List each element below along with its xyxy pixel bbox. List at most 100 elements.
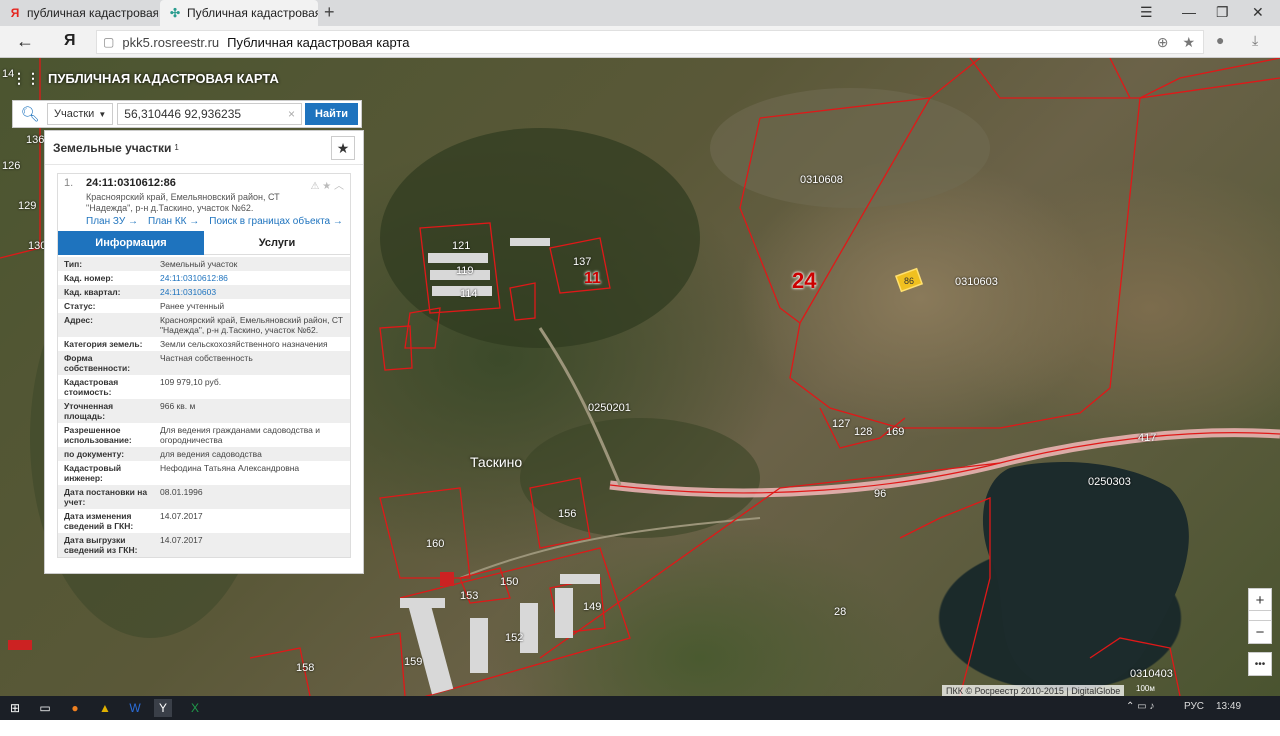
tab-1-title: публичная кадастровая ка	[27, 6, 158, 20]
search-in-bounds-link[interactable]: Поиск в границах объекта →	[209, 216, 343, 227]
app-title[interactable]: ⋮⋮ ПУБЛИЧНАЯ КАДАСТРОВАЯ КАРТА	[12, 70, 279, 87]
translate-icon[interactable]: ⊕	[1157, 34, 1169, 51]
attribute-value: для ведения садоводства	[154, 447, 350, 461]
attribute-key: Адрес:	[58, 313, 154, 337]
parcel-label: 128	[854, 426, 873, 438]
attribute-key: Форма собственности:	[58, 351, 154, 375]
chevron-down-icon: ▼	[98, 109, 107, 119]
yandex-home-icon[interactable]: Я	[64, 32, 76, 50]
attribute-value: 109 979,10 руб.	[160, 377, 222, 387]
excel-icon[interactable]: X	[186, 699, 204, 717]
url-page-title: Публичная кадастровая карта	[227, 34, 410, 50]
parcel-label: 121	[452, 240, 471, 252]
yandex-icon: Я	[10, 6, 20, 20]
grid-menu-icon[interactable]: ⋮⋮	[12, 70, 40, 87]
minimize-icon[interactable]: —	[1182, 4, 1196, 20]
word-icon[interactable]: W	[126, 699, 144, 717]
search-icon[interactable]: 🔍︎	[13, 101, 47, 127]
browser-tab-bar: Я публичная кадастровая ка × ✣ Публичная…	[0, 0, 1280, 26]
result-address-line2: "Надежда", р-н д.Таскино, участок №62.	[86, 203, 254, 213]
attribute-key: Дата выгрузки сведений из ГКН:	[58, 533, 154, 557]
attribute-key: Дата постановки на учет:	[58, 485, 154, 509]
page-icon: ▢	[103, 35, 115, 49]
parcel-label: 150	[500, 576, 519, 588]
search-type-select[interactable]: Участки ▼	[47, 103, 114, 125]
tray-icons[interactable]: ⌃ ▭ ♪	[1126, 701, 1154, 712]
attribute-row: Дата изменения сведений в ГКН: 14.07.2017	[58, 509, 350, 533]
attribute-value[interactable]: 24:11:0310612:86	[154, 271, 350, 285]
parcel-label: 160	[426, 538, 445, 550]
attribute-value[interactable]: 24:11:0310603	[154, 285, 350, 299]
attribute-value: 08.01.1996	[154, 485, 350, 509]
window-close-icon[interactable]: ✕	[1252, 4, 1264, 21]
browser-tab-1[interactable]: Я публичная кадастровая ка ×	[0, 0, 158, 26]
yandex-browser-icon[interactable]: Y	[154, 699, 172, 717]
protect-icon[interactable]: ●	[1216, 32, 1224, 48]
result-index: 1.	[64, 177, 74, 189]
cadastral-map[interactable]: ⋮⋮ ПУБЛИЧНАЯ КАДАСТРОВАЯ КАРТА 0310608 0…	[0, 58, 1280, 696]
attribute-row: Кад. квартал: 24:11:0310603	[58, 285, 350, 299]
panel-heading-text: Земельные участки	[53, 140, 172, 155]
new-tab-button[interactable]: +	[324, 2, 335, 23]
attribute-row: Уточненная площадь: 966 кв. м	[58, 399, 350, 423]
windows-start-icon[interactable]: ⊞	[6, 699, 24, 717]
parcel-label: 14	[2, 68, 15, 80]
result-item[interactable]: 1. 24:11:0310612:86 ⚠ ★ ︿ Красноярский к…	[57, 173, 351, 558]
plan-zu-link[interactable]: План ЗУ →	[86, 216, 138, 227]
result-action-icons[interactable]: ⚠ ★ ︿	[311, 177, 345, 192]
file-explorer-icon[interactable]: ▭	[36, 699, 54, 717]
quarter-label: 0250303	[1088, 476, 1131, 488]
tab-information[interactable]: Информация	[58, 231, 204, 255]
parcel-label: 156	[558, 508, 577, 520]
result-cad-number: 24:11:0310612:86	[86, 177, 176, 189]
search-input[interactable]: 56,310446 92,936235 ×	[117, 103, 303, 125]
attribute-value: Красноярский край, Емельяновский район, …	[154, 313, 350, 337]
attribute-row: Кадастровый инженер: Нефодина Татьяна Але…	[58, 461, 350, 485]
attribute-row: по документу: для ведения садоводства	[58, 447, 350, 461]
panel-heading: Земельные участки 1	[45, 131, 363, 165]
attribute-key: по документу:	[58, 447, 154, 461]
url-domain: pkk5.rosreestr.ru	[122, 34, 220, 50]
town-label: Таскино	[470, 454, 523, 470]
layers-menu-icon[interactable]: •••	[1248, 652, 1272, 676]
favorite-star-icon[interactable]: ★	[331, 136, 355, 160]
screen: Я публичная кадастровая ка × ✣ Публичная…	[0, 0, 1280, 736]
taskbar: ⊞ ▭ ● ▲ W Y X ⌃ ▭ ♪ РУС 13:49	[0, 696, 1280, 720]
quarter-label: 0310403	[1130, 668, 1173, 680]
attribute-value: Нефодина Татьяна Александровна	[160, 463, 300, 473]
attribute-row: Адрес: Красноярский край, Емельяновский р…	[58, 313, 350, 337]
tab-services[interactable]: Услуги	[204, 231, 350, 255]
rosreestr-icon: ✣	[169, 6, 181, 20]
attribute-value: Земли сельскохозяйственного назначения	[160, 339, 328, 349]
app-icon[interactable]: ▲	[96, 699, 114, 717]
plan-kk-link[interactable]: План КК →	[148, 216, 199, 227]
back-arrow-icon[interactable]: ←	[16, 31, 34, 52]
find-button[interactable]: Найти	[305, 103, 358, 125]
results-panel: Земельные участки 1 ★ 1. 24:11:0310612:8…	[44, 130, 364, 574]
zoom-out-button[interactable]: −	[1248, 620, 1272, 644]
clock[interactable]: 13:49	[1216, 701, 1241, 712]
attribute-key: Кадастровый инженер:	[64, 463, 122, 483]
bookmark-star-icon[interactable]: ★	[1182, 34, 1195, 51]
selected-parcel-label[interactable]: 86	[904, 276, 914, 286]
browser-tab-2[interactable]: ✣ Публичная кадастровая ×	[160, 0, 318, 26]
district-number-label: 11	[584, 270, 601, 287]
quarter-label: 0250201	[588, 402, 631, 414]
download-icon[interactable]: ⤓	[1252, 32, 1258, 49]
parcel-label: 169	[886, 426, 905, 438]
attribute-row: Тип: Земельный участок	[58, 257, 350, 271]
attribute-key: Кад. квартал:	[58, 285, 154, 299]
language-indicator[interactable]: РУС	[1184, 701, 1204, 712]
attribute-row: Форма собственности: Частная собственност…	[58, 351, 350, 375]
clear-icon[interactable]: ×	[288, 107, 295, 121]
zoom-in-button[interactable]: +	[1248, 588, 1272, 612]
search-input-value: 56,310446 92,936235	[124, 107, 242, 121]
parcel-label: 159	[404, 656, 423, 668]
maximize-icon[interactable]: ❐	[1216, 4, 1229, 21]
menu-icon[interactable]: ☰	[1140, 4, 1153, 21]
attributes-table: Тип: Земельный участок Кад. номер: 24:11:03…	[58, 257, 350, 557]
chrome-icon[interactable]: ●	[66, 699, 84, 717]
parcel-label: 28	[834, 606, 847, 618]
url-field[interactable]: ▢ pkk5.rosreestr.ru Публичная кадастрова…	[96, 30, 1204, 54]
attribute-value: Земельный участок	[154, 257, 350, 271]
